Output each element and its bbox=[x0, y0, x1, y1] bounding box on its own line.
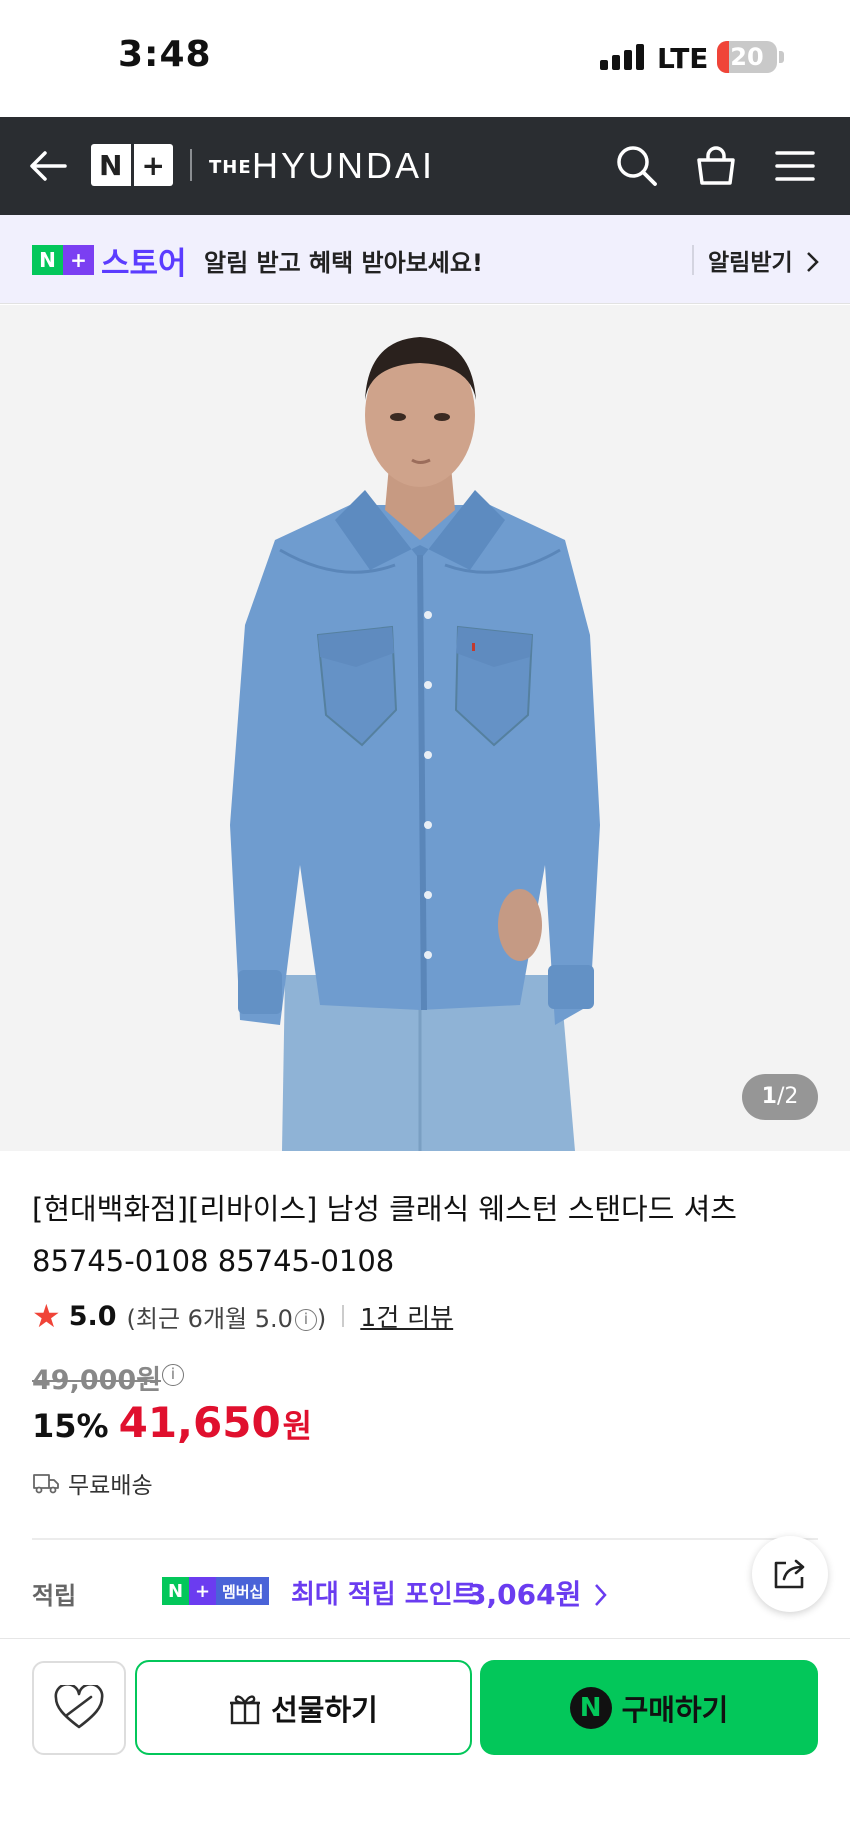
app-header: N + THE HYUNDAI bbox=[0, 117, 850, 215]
membership-badge-label: 멤버십 bbox=[216, 1577, 270, 1605]
chevron-right-icon bbox=[806, 252, 819, 272]
shipping-info: 무료배송 bbox=[32, 1466, 153, 1500]
points-amount[interactable]: 3,064원 bbox=[467, 1573, 607, 1613]
original-price: 49,000원 bbox=[32, 1365, 162, 1396]
shopping-bag-icon[interactable] bbox=[690, 117, 742, 215]
points-text[interactable]: 최대 적립 포인트 bbox=[291, 1574, 477, 1611]
review-link[interactable]: 1건 리뷰 bbox=[360, 1298, 453, 1334]
product-image[interactable] bbox=[0, 305, 850, 1151]
chevron-right-icon bbox=[595, 1584, 607, 1606]
membership-badge-n: N bbox=[162, 1577, 189, 1605]
sale-price: 41,650 bbox=[118, 1398, 281, 1447]
buy-label: 구매하기 bbox=[621, 1692, 729, 1727]
subscribe-alert-button[interactable]: 알림받기 bbox=[708, 243, 819, 277]
membership-badge-plus: + bbox=[189, 1577, 216, 1605]
wishlist-button[interactable] bbox=[32, 1661, 126, 1755]
section-divider bbox=[32, 1538, 818, 1540]
notification-banner[interactable]: N + 스토어 알림 받고 혜택 받아보세요! 알림받기 bbox=[0, 215, 850, 304]
battery-icon: 20 bbox=[717, 41, 777, 73]
truck-icon bbox=[33, 1474, 59, 1494]
image-counter: 1/2 bbox=[742, 1074, 818, 1120]
battery-cap bbox=[779, 51, 784, 63]
discount-rate: 15% bbox=[32, 1407, 109, 1445]
rating-score: 5.0 bbox=[68, 1300, 117, 1332]
nplus-badge: N + bbox=[32, 245, 94, 275]
product-title: [현대백화점][리바이스] 남성 클래식 웨스턴 스탠다드 셔츠 85745-0… bbox=[32, 1192, 737, 1278]
logo-divider bbox=[190, 149, 192, 181]
points-amount-value: 3,064원 bbox=[467, 1578, 582, 1611]
banner-divider bbox=[692, 245, 694, 275]
rating-recent: (최근 6개월 5.0 i) bbox=[127, 1299, 327, 1334]
signal-icon bbox=[600, 44, 644, 70]
product-photo bbox=[0, 305, 850, 1151]
status-bar: 3:48 LTE 20 bbox=[0, 0, 850, 117]
price-row: 15% 41,650 원 bbox=[32, 1398, 312, 1447]
logo-the: THE bbox=[209, 157, 252, 178]
logo-n: N bbox=[99, 148, 123, 182]
gift-button[interactable]: 선물하기 bbox=[135, 1660, 472, 1755]
price-info-icon[interactable]: i bbox=[162, 1364, 184, 1386]
rating-divider bbox=[342, 1305, 345, 1327]
image-counter-current: 1 bbox=[761, 1084, 777, 1109]
membership-badge: N + 멤버십 bbox=[162, 1577, 270, 1605]
badge-n: N bbox=[32, 245, 63, 275]
network-type: LTE bbox=[657, 42, 709, 75]
share-icon bbox=[774, 1559, 805, 1589]
nplus-logo[interactable]: N + bbox=[91, 144, 173, 186]
search-icon[interactable] bbox=[612, 117, 662, 215]
buy-button[interactable]: N 구매하기 bbox=[480, 1660, 818, 1755]
logo-plus: + bbox=[130, 144, 174, 186]
banner-store: 스토어 bbox=[101, 246, 187, 282]
naver-pay-icon: N bbox=[569, 1686, 612, 1729]
battery-level: 20 bbox=[730, 43, 764, 71]
rating-recent-suffix: ) bbox=[316, 1304, 327, 1333]
currency-unit: 원 bbox=[282, 1407, 313, 1445]
info-icon[interactable]: i bbox=[294, 1308, 317, 1331]
menu-icon[interactable] bbox=[770, 117, 820, 215]
share-button[interactable] bbox=[752, 1536, 828, 1612]
points-label: 적립 bbox=[32, 1582, 77, 1610]
star-icon: ★ bbox=[32, 1297, 61, 1335]
rating-recent-prefix: (최근 6개월 5.0 bbox=[126, 1304, 293, 1333]
shipping-label: 무료배송 bbox=[68, 1473, 153, 1499]
badge-plus: + bbox=[63, 245, 94, 275]
gift-label: 선물하기 bbox=[271, 1692, 378, 1727]
rating-row: ★ 5.0 (최근 6개월 5.0 i) 1건 리뷰 bbox=[32, 1297, 453, 1335]
status-time: 3:48 bbox=[118, 34, 212, 75]
image-counter-total: /2 bbox=[776, 1084, 799, 1109]
back-arrow-icon[interactable] bbox=[22, 117, 74, 215]
banner-message: 알림 받고 혜택 받아보세요! bbox=[204, 249, 483, 277]
hyundai-logo[interactable]: HYUNDAI bbox=[252, 145, 435, 187]
subscribe-alert-label: 알림받기 bbox=[708, 250, 793, 276]
heart-icon bbox=[54, 1685, 104, 1729]
gift-icon bbox=[230, 1694, 261, 1724]
